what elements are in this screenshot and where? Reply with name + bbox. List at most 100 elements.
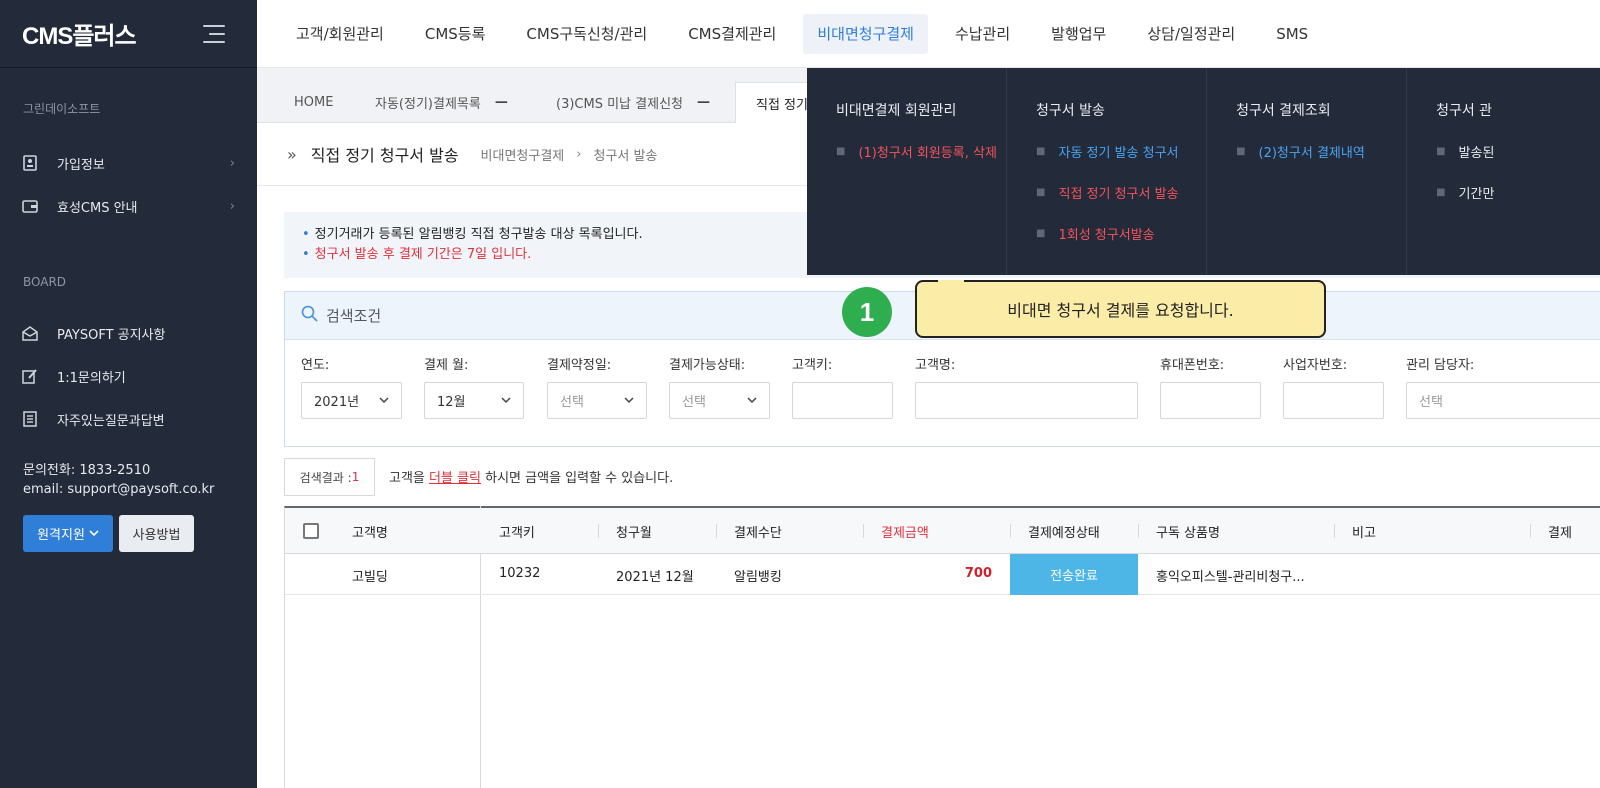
logo-bar: CMS플러스 [0, 0, 257, 68]
contact-phone: 문의전화: 1833-2510 [23, 463, 151, 478]
customer-name-input[interactable] [915, 382, 1138, 419]
mega-column-title: 청구서 관 [1436, 103, 1493, 119]
result-count-badge: 검색결과 : 1 [284, 458, 375, 496]
menu-item-one-time-invoice[interactable]: ■ 1회성 청구서발송 [1036, 224, 1206, 243]
select-value: 12월 [437, 395, 466, 410]
close-tab-icon[interactable]: — [495, 95, 508, 110]
select-all-checkbox[interactable] [303, 523, 319, 539]
sidebar-item-membership[interactable]: 가입정보 › [22, 152, 235, 174]
top-navigation: 고객/회원관리 CMS등록 CMS구독신청/관리 CMS결제관리 비대면청구결제… [257, 0, 1600, 68]
contact-info: 문의전화: 1833-2510 email: support@paysoft.c… [23, 461, 214, 499]
header-billing-month[interactable]: 청구월 [616, 522, 652, 541]
header-payment-amount[interactable]: 결제금액 [881, 522, 929, 541]
nav-cms-subscription[interactable]: CMS구독신청/관리 [512, 14, 661, 54]
business-number-input[interactable] [1283, 382, 1384, 419]
bullet-icon: ■ [836, 146, 846, 157]
table-row[interactable]: 고빌딩 10232 2021년 12월 알림뱅킹 700 전송완료 홍익오피스텔… [285, 554, 1600, 595]
chevron-down-icon [379, 393, 389, 408]
menu-item-sent[interactable]: ■ 발송된 [1436, 142, 1600, 161]
month-select[interactable]: 12월 [424, 382, 524, 419]
tab-cms-unpaid[interactable]: (3)CMS 미납 결제신청 — [556, 82, 710, 123]
header-payment-status[interactable]: 결제예정상태 [1028, 522, 1100, 541]
logo[interactable]: CMS플러스 [22, 16, 137, 51]
nav-cms-register[interactable]: CMS등록 [411, 14, 500, 54]
customer-name-field: 고객명: [915, 354, 1138, 419]
select-value: 선택 [560, 395, 584, 410]
header-payment-method[interactable]: 결제수단 [734, 522, 782, 541]
payable-status-select[interactable]: 선택 [669, 382, 770, 419]
field-label: 관리 담당자: [1406, 358, 1475, 373]
sidebar-buttons: 원격지원 사용방법 [23, 515, 194, 552]
header-note[interactable]: 비고 [1352, 522, 1376, 541]
contact-email: email: support@paysoft.co.kr [23, 482, 215, 497]
tab-home[interactable]: HOME [294, 82, 333, 123]
nav-consulting[interactable]: 상담/일정관리 [1133, 14, 1249, 54]
result-count: 1 [351, 470, 360, 484]
breadcrumb-item[interactable]: 비대면청구결제 [481, 145, 565, 164]
header-customer-key[interactable]: 고객키 [499, 522, 535, 541]
manager-select[interactable]: 선택 [1406, 382, 1600, 419]
menu-item-invoice-payment-history[interactable]: ■ (2)청구서 결제내역 [1236, 142, 1406, 161]
mega-column-send-invoice: 청구서 발송 ■ 자동 정기 발송 청구서 ■ 직접 정기 청구서 발송 ■ 1회성 … [1007, 68, 1208, 275]
nav-noncontact-billing[interactable]: 비대면청구결제 [803, 13, 928, 54]
bullet-icon: ■ [1236, 146, 1246, 157]
field-label: 고객키: [792, 358, 833, 373]
promise-day-select[interactable]: 선택 [547, 382, 647, 419]
menu-item-expired[interactable]: ■ 기간만 [1436, 183, 1600, 202]
field-label: 연도: [301, 358, 330, 373]
menu-item-label: 직접 정기 청구서 발송 [1058, 187, 1179, 202]
sidebar-item-label: 가입정보 [57, 157, 105, 173]
hamburger-menu-icon[interactable] [203, 24, 225, 43]
field-label: 결제 월: [424, 358, 469, 373]
bullet-icon: • [302, 247, 310, 262]
nav-issuance[interactable]: 발행업무 [1037, 14, 1120, 54]
mega-column-payment-lookup: 청구서 결제조회 ■ (2)청구서 결제내역 [1207, 68, 1408, 275]
callout-tail-cover [938, 280, 964, 285]
sidebar-item-inquiry[interactable]: 1:1문의하기 [22, 365, 235, 387]
header-divider [1010, 524, 1011, 538]
select-value: 선택 [1419, 395, 1443, 410]
callout-tooltip: 비대면 청구서 결제를 요청합니다. [915, 280, 1326, 338]
chevron-down-icon [501, 393, 511, 408]
edit-icon [22, 368, 38, 384]
chevron-down-icon [747, 393, 757, 408]
menu-item-direct-regular-invoice[interactable]: ■ 직접 정기 청구서 발송 [1036, 183, 1206, 202]
header-extra[interactable]: 결제 [1548, 522, 1572, 541]
select-value: 선택 [682, 395, 706, 410]
nav-cms-payment[interactable]: CMS결제관리 [674, 14, 790, 54]
remote-support-label: 원격지원 [37, 528, 85, 543]
menu-item-label: 발송된 [1458, 146, 1495, 161]
sidebar-item-faq[interactable]: 자주있는질문과답변 [22, 408, 235, 430]
tab-auto-payment-list[interactable]: 자동(정기)결제목록 — [375, 82, 508, 123]
mail-icon [22, 325, 38, 341]
close-tab-icon[interactable]: — [697, 95, 710, 110]
mega-column-invoice-manage: 청구서 관 ■ 발송된 ■ 기간만 [1407, 68, 1600, 275]
header-divider [1530, 524, 1531, 538]
year-select[interactable]: 2021년 [301, 382, 402, 419]
sidebar-item-label: 자주있는질문과답변 [57, 413, 165, 429]
chevron-right-icon: › [576, 146, 582, 162]
nav-customer[interactable]: 고객/회원관리 [282, 14, 398, 54]
sidebar-item-label: 1:1문의하기 [57, 370, 126, 386]
phone-input[interactable] [1160, 382, 1261, 419]
nav-receipt[interactable]: 수납관리 [941, 14, 1024, 54]
month-field: 결제 월: 12월 [424, 354, 524, 419]
menu-item-label: (1)청구서 회원등록, 삭제 [858, 146, 997, 161]
customer-key-input[interactable] [792, 382, 893, 419]
sidebar-item-notice[interactable]: PAYSOFT 공지사항 [22, 322, 235, 344]
mega-column-title: 청구서 결제조회 [1236, 103, 1331, 119]
search-icon [301, 305, 318, 326]
table-header: 고객명 고객키 청구월 결제수단 결제금액 결제예정상태 구독 상품명 비고 결… [285, 508, 1600, 554]
nav-sms[interactable]: SMS [1262, 14, 1322, 54]
breadcrumb-item[interactable]: 청구서 발송 [593, 145, 657, 164]
remote-support-button[interactable]: 원격지원 [23, 515, 113, 552]
menu-item-auto-regular-invoice[interactable]: ■ 자동 정기 발송 청구서 [1036, 142, 1206, 161]
sidebar-item-cms-guide[interactable]: 효성CMS 안내 › [22, 195, 235, 217]
field-label: 결제약정일: [547, 358, 612, 373]
bullet-icon: • [302, 227, 310, 242]
how-to-use-button[interactable]: 사용방법 [119, 515, 194, 552]
field-label: 휴대폰번호: [1160, 358, 1225, 373]
header-product-name[interactable]: 구독 상품명 [1156, 522, 1220, 541]
header-customer-name[interactable]: 고객명 [352, 522, 388, 541]
menu-item-register-members[interactable]: ■ (1)청구서 회원등록, 삭제 [836, 142, 1006, 161]
